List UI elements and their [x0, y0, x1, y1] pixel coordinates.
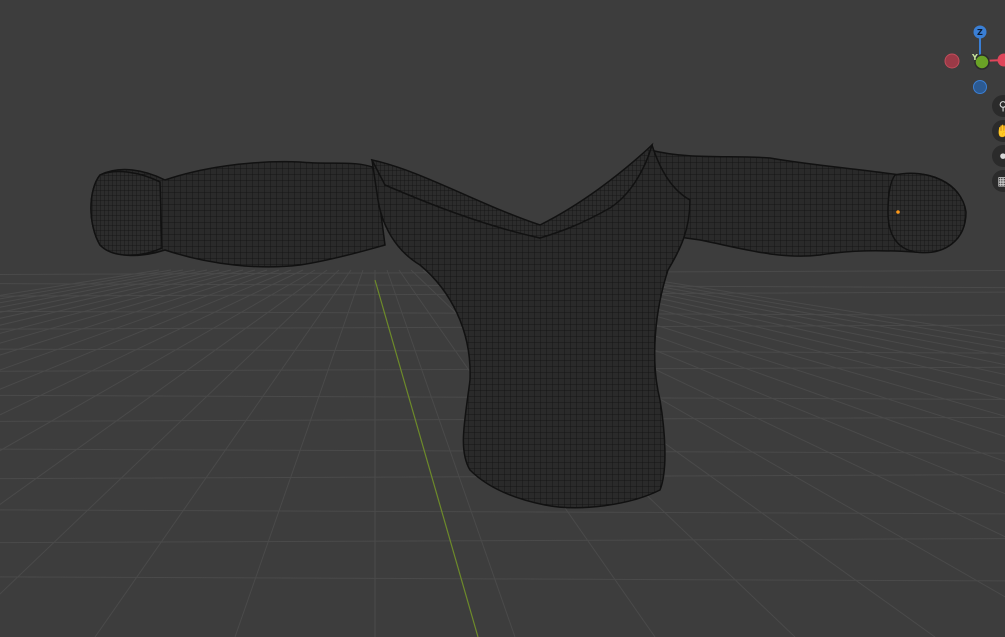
- navigation-gizmo[interactable]: Z Y: [940, 20, 1005, 100]
- neg-x-axis-icon[interactable]: [944, 53, 960, 69]
- z-axis-label: Z: [977, 28, 983, 37]
- neg-z-axis-icon[interactable]: [973, 80, 987, 94]
- viewport-scene[interactable]: [0, 0, 1005, 637]
- camera-icon[interactable]: ⏺: [992, 145, 1005, 167]
- zoom-icon[interactable]: ⚲: [992, 95, 1005, 117]
- navigation-tools: ⚲ ✋ ⏺ ▦: [990, 95, 1005, 195]
- grid-view-icon[interactable]: ▦: [992, 170, 1005, 192]
- 3d-viewport[interactable]: Z Y ⚲ ✋ ⏺ ▦: [0, 0, 1005, 637]
- sweater-mesh[interactable]: [90, 142, 967, 509]
- y-axis-label: Y: [971, 53, 978, 62]
- axis-gizmo-svg[interactable]: Z Y: [940, 20, 1005, 100]
- y-axis-line: [374, 279, 479, 637]
- x-axis-icon[interactable]: [997, 53, 1005, 67]
- pan-hand-icon[interactable]: ✋: [992, 120, 1005, 142]
